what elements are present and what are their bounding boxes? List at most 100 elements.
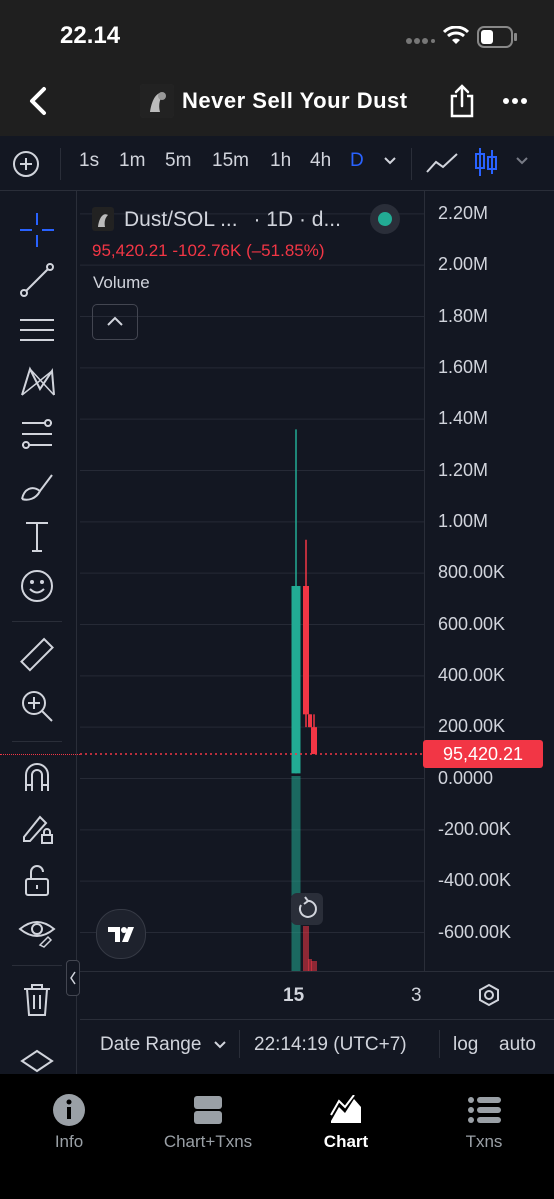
token-avatar [140,84,174,118]
tradingview-logo[interactable] [96,909,146,959]
back-arrow-icon[interactable] [24,86,52,116]
price-tick-label: -600.00K [438,921,512,942]
candle-body [311,727,317,755]
emoji-icon[interactable] [18,567,56,605]
split-view-icon [194,1096,222,1124]
collapse-legend-button[interactable] [92,304,138,340]
brush-icon[interactable] [18,467,56,505]
time-label-3: 3 [411,985,422,1006]
toolbar-divider [411,148,412,180]
toolbar-separator [12,741,62,742]
bottom-divider [439,1030,440,1058]
tab-info[interactable]: Info [4,1092,134,1152]
trend-line-icon[interactable] [18,261,56,299]
timeframe-15m[interactable]: 15m [212,150,249,172]
info-icon [53,1094,85,1126]
date-range-chevron-down-icon [213,1041,226,1049]
date-range-label: Date Range [100,1034,202,1055]
chart-icon [330,1095,361,1123]
current-price-label: 95,420.21 [423,740,543,768]
candlestick-chart-type-icon[interactable] [473,146,499,178]
parallel-lines-icon[interactable] [18,311,56,349]
timeframe-d[interactable]: D [350,150,364,172]
share-icon[interactable] [449,84,475,118]
candle-body [291,586,301,774]
current-price-line-extension [0,754,80,755]
zoom-in-icon[interactable] [18,687,56,725]
candle-body [303,586,309,715]
pattern-tool-icon[interactable] [18,363,56,401]
volume-bar [291,776,301,971]
price-tick-label: 0.0000 [438,767,494,788]
magnet-icon[interactable] [18,757,56,795]
price-tick-label: 800.00K [438,562,506,583]
timeframe-1s[interactable]: 1s [79,150,99,172]
price-tick-label: 1.40M [438,408,489,429]
volume-indicator-label[interactable]: Volume [93,273,150,293]
list-icon [468,1097,501,1123]
line-chart-type-icon[interactable] [425,150,459,176]
timeframe-5m[interactable]: 5m [165,150,191,172]
legend-interval: · 1D · d... [253,208,341,231]
time-label-15: 15 [283,985,305,1006]
nav-title-group: Never Sell Your Dust [140,84,408,118]
chart-settings-icon[interactable] [477,983,501,1007]
price-tick-label: 1.80M [438,305,489,326]
auto-scale-toggle[interactable]: auto [499,1034,536,1056]
price-tick-label: 1.60M [438,356,489,377]
toolbar-collapse-handle[interactable] [66,960,80,996]
tab-chart-label: Chart [323,1132,369,1151]
more-options-icon[interactable] [502,96,528,106]
price-tick-label: 200.00K [438,716,506,737]
price-tick-label: -200.00K [438,818,512,839]
candle-body [308,714,312,728]
toolbar-separator [12,621,62,622]
reset-chart-button[interactable] [291,893,323,925]
add-symbol-icon[interactable] [12,150,40,178]
text-tool-icon[interactable] [18,517,56,555]
date-range-dropdown[interactable]: Date Range [100,1034,227,1056]
price-tick-label: 2.00M [438,254,489,275]
market-status-indicator [370,204,400,234]
timeframe-1m[interactable]: 1m [119,150,145,172]
trash-icon[interactable] [18,981,56,1019]
lock-drawings-icon[interactable] [18,809,56,847]
price-tick-label: 1.00M [438,510,489,531]
visibility-icon[interactable] [18,911,56,949]
price-tick-label: 1.20M [438,459,489,480]
chart-type-chevron-down-icon[interactable] [515,156,529,166]
tab-txns-label: Txns [465,1132,503,1151]
timeframe-1h[interactable]: 1h [270,150,291,172]
toolbar-divider [60,148,61,180]
timeframe-chevron-down-icon[interactable] [383,156,397,166]
tab-txns[interactable]: Txns [419,1092,549,1152]
price-axis[interactable]: 2.20M 2.00M 1.80M 1.60M 1.40M 1.20M 1.00M 800.0… [424,191,554,971]
tab-chart-txns-label: Chart+Txns [163,1132,253,1151]
timeframe-4h[interactable]: 4h [310,150,331,172]
log-scale-toggle[interactable]: log [453,1034,478,1056]
page-title: Never Sell Your Dust [182,88,408,113]
tab-chart-txns[interactable]: Chart+Txns [143,1092,273,1152]
price-tick-label: -400.00K [438,870,512,891]
timezone-clock[interactable]: 22:14:19 (UTC+7) [254,1034,407,1056]
price-tick-label: 600.00K [438,613,506,634]
ruler-icon[interactable] [18,637,56,675]
symbol-logo-icon [92,207,114,231]
price-tick-label: 400.00K [438,664,506,685]
tab-info-label: Info [54,1132,84,1151]
bottom-divider [239,1030,240,1058]
battery-icon [477,26,517,48]
legend-symbol[interactable]: Dust/SOL ... · 1D · d... [124,208,341,232]
toolbar-separator [12,965,62,966]
fib-retracement-icon[interactable] [18,415,56,453]
wifi-icon [443,26,469,44]
drawing-toolbar [0,191,77,1074]
cellular-signal-icon [406,38,435,44]
unlock-icon[interactable] [18,861,56,899]
price-tick-label: 2.20M [438,202,489,223]
tab-chart[interactable]: Chart [281,1092,411,1152]
legend-symbol-name: Dust/SOL ... [124,208,238,231]
status-time: 22.14 [60,22,121,49]
crosshair-icon[interactable] [18,211,56,249]
volume-bar [311,961,317,971]
